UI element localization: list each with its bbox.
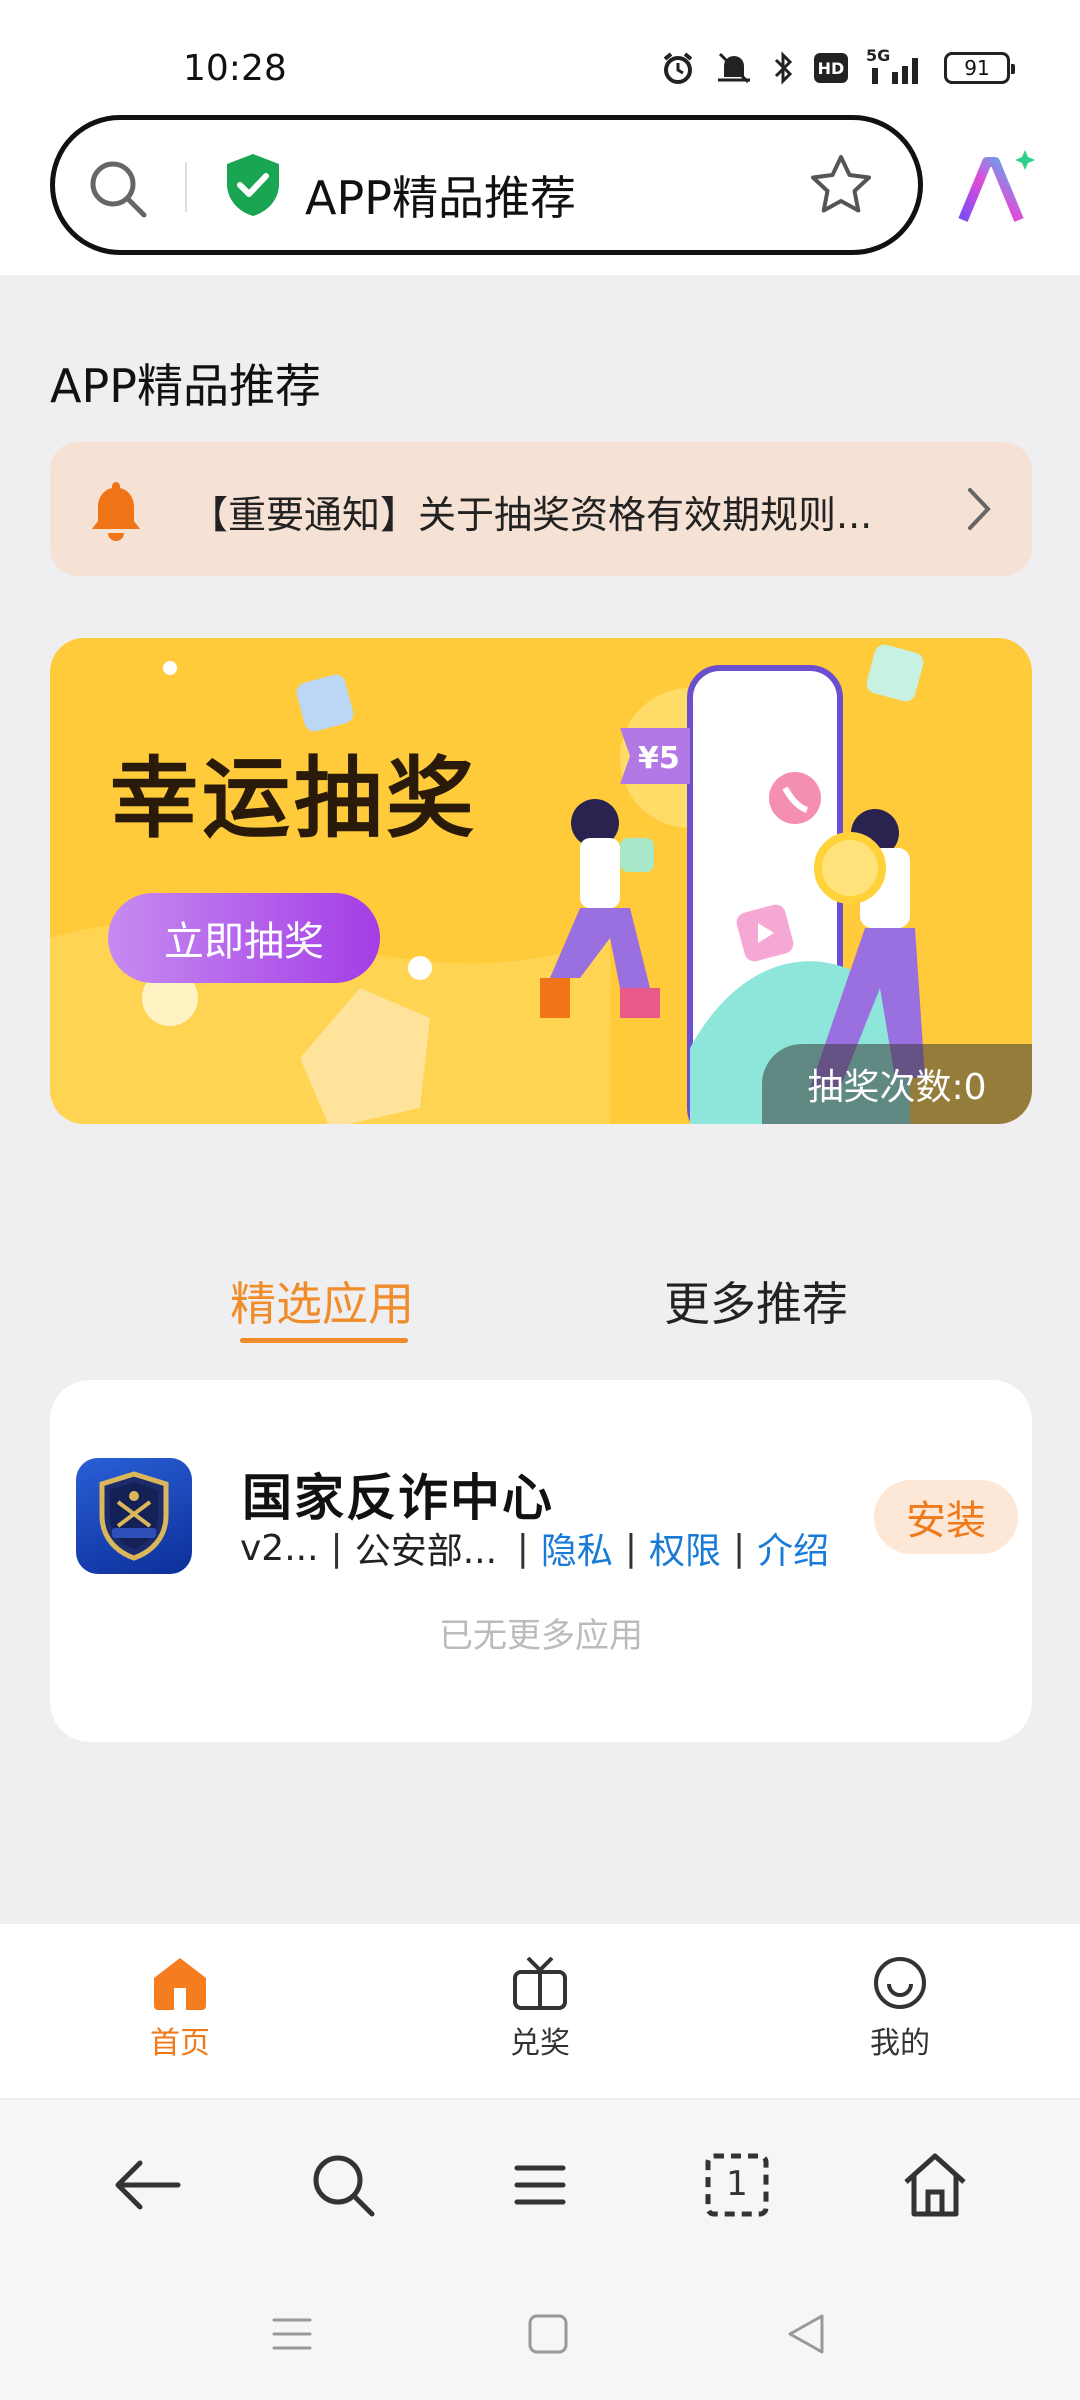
smile-icon (874, 1957, 926, 2009)
mute-bell-icon (718, 52, 750, 84)
app-icon-anti-fraud[interactable] (76, 1458, 192, 1574)
tab-underline (240, 1338, 408, 1343)
status-icons: HD 5G 91 (660, 46, 1015, 86)
banner-title: 幸运抽奖 (110, 747, 479, 850)
home-outline-icon[interactable] (900, 2150, 970, 2220)
app-list-card: 国家反诈中心 v2... | 公安部... | 隐私 | 权限 | 介绍 安装 … (50, 1380, 1032, 1742)
lottery-banner[interactable]: ¥5 幸运抽奖 立即抽奖 抽奖次数:0 (50, 638, 1032, 1124)
star-icon[interactable] (808, 152, 874, 218)
privacy-link[interactable]: 隐私 (541, 1522, 613, 1574)
bell-icon (92, 482, 140, 541)
hd-badge: HD (814, 53, 848, 83)
meta-separator: | (624, 1527, 637, 1569)
app-developer: 公安部... (354, 1531, 498, 1572)
search-icon[interactable] (308, 2150, 378, 2220)
system-nav-bar (0, 2270, 1080, 2400)
status-bar: 10:28 HD 5G 91 (0, 0, 1080, 110)
recent-apps-icon[interactable] (270, 2312, 314, 2356)
chevron-right-icon[interactable] (964, 486, 994, 532)
tabs-button[interactable]: 1 (702, 2150, 772, 2220)
back-triangle-icon[interactable] (784, 2312, 828, 2356)
list-end-text: 已无更多应用 (439, 1616, 643, 1656)
ai-assistant-icon[interactable] (955, 150, 1035, 230)
nav-home-label: 首页 (150, 2026, 210, 2061)
signal-indicator: 5G (866, 46, 926, 86)
police-badge-icon (99, 1471, 169, 1561)
bluetooth-icon (774, 51, 793, 85)
nav-mine[interactable]: 我的 (840, 1956, 960, 2062)
address-divider (185, 162, 187, 212)
back-arrow-icon[interactable] (112, 2150, 182, 2220)
tab-featured-apps[interactable]: 精选应用 (230, 1268, 414, 1334)
home-square-icon[interactable] (526, 2312, 570, 2356)
intro-link[interactable]: 介绍 (757, 1522, 829, 1574)
notice-banner[interactable]: 【重要通知】关于抽奖资格有效期规则... (50, 442, 1032, 576)
notice-text[interactable]: 【重要通知】关于抽奖资格有效期规则... (190, 484, 872, 539)
coupon-label: ¥5 (638, 741, 680, 776)
meta-separator: | (733, 1527, 746, 1569)
app-tabs: 精选应用 更多推荐 (0, 1250, 1080, 1343)
app-name[interactable]: 国家反诈中心 (242, 1458, 554, 1530)
draw-now-button[interactable]: 立即抽奖 (108, 893, 380, 983)
bottom-nav: 首页 兑奖 我的 (0, 1924, 1080, 2100)
page-title: APP精品推荐 (50, 359, 321, 413)
draw-count-label: 抽奖次数:0 (762, 1044, 1032, 1124)
battery-icon: 91 (944, 52, 1015, 84)
nav-mine-label: 我的 (870, 2026, 930, 2061)
address-bar[interactable]: APP精品推荐 (50, 115, 923, 255)
menu-icon[interactable] (505, 2150, 575, 2220)
home-icon (154, 1958, 206, 2010)
nav-redeem-label: 兑奖 (510, 2026, 570, 2061)
alarm-icon (663, 52, 693, 84)
search-icon[interactable] (87, 158, 149, 220)
nav-redeem[interactable]: 兑奖 (480, 1956, 600, 2062)
status-time: 10:28 (183, 48, 287, 89)
shield-check-icon (227, 154, 279, 216)
install-button[interactable]: 安装 (874, 1480, 1018, 1554)
signal-icon (872, 58, 918, 84)
tab-more-recommendations[interactable]: 更多推荐 (664, 1268, 848, 1334)
meta-separator: | (516, 1527, 529, 1569)
permissions-link[interactable]: 权限 (649, 1522, 721, 1574)
address-title[interactable]: APP精品推荐 (305, 162, 576, 228)
nav-home[interactable]: 首页 (120, 1956, 240, 2062)
tabs-count: 1 (726, 2164, 748, 2204)
gift-tv-icon (513, 1956, 567, 2010)
meta-separator: | (330, 1527, 343, 1569)
battery-level: 91 (964, 56, 990, 80)
app-meta: v2... | 公安部... | 隐私 | 权限 | 介绍 (240, 1522, 829, 1574)
app-version: v2... (240, 1527, 319, 1569)
browser-toolbar: 1 (0, 2100, 1080, 2270)
browser-top-bar: APP精品推荐 (0, 110, 1080, 275)
